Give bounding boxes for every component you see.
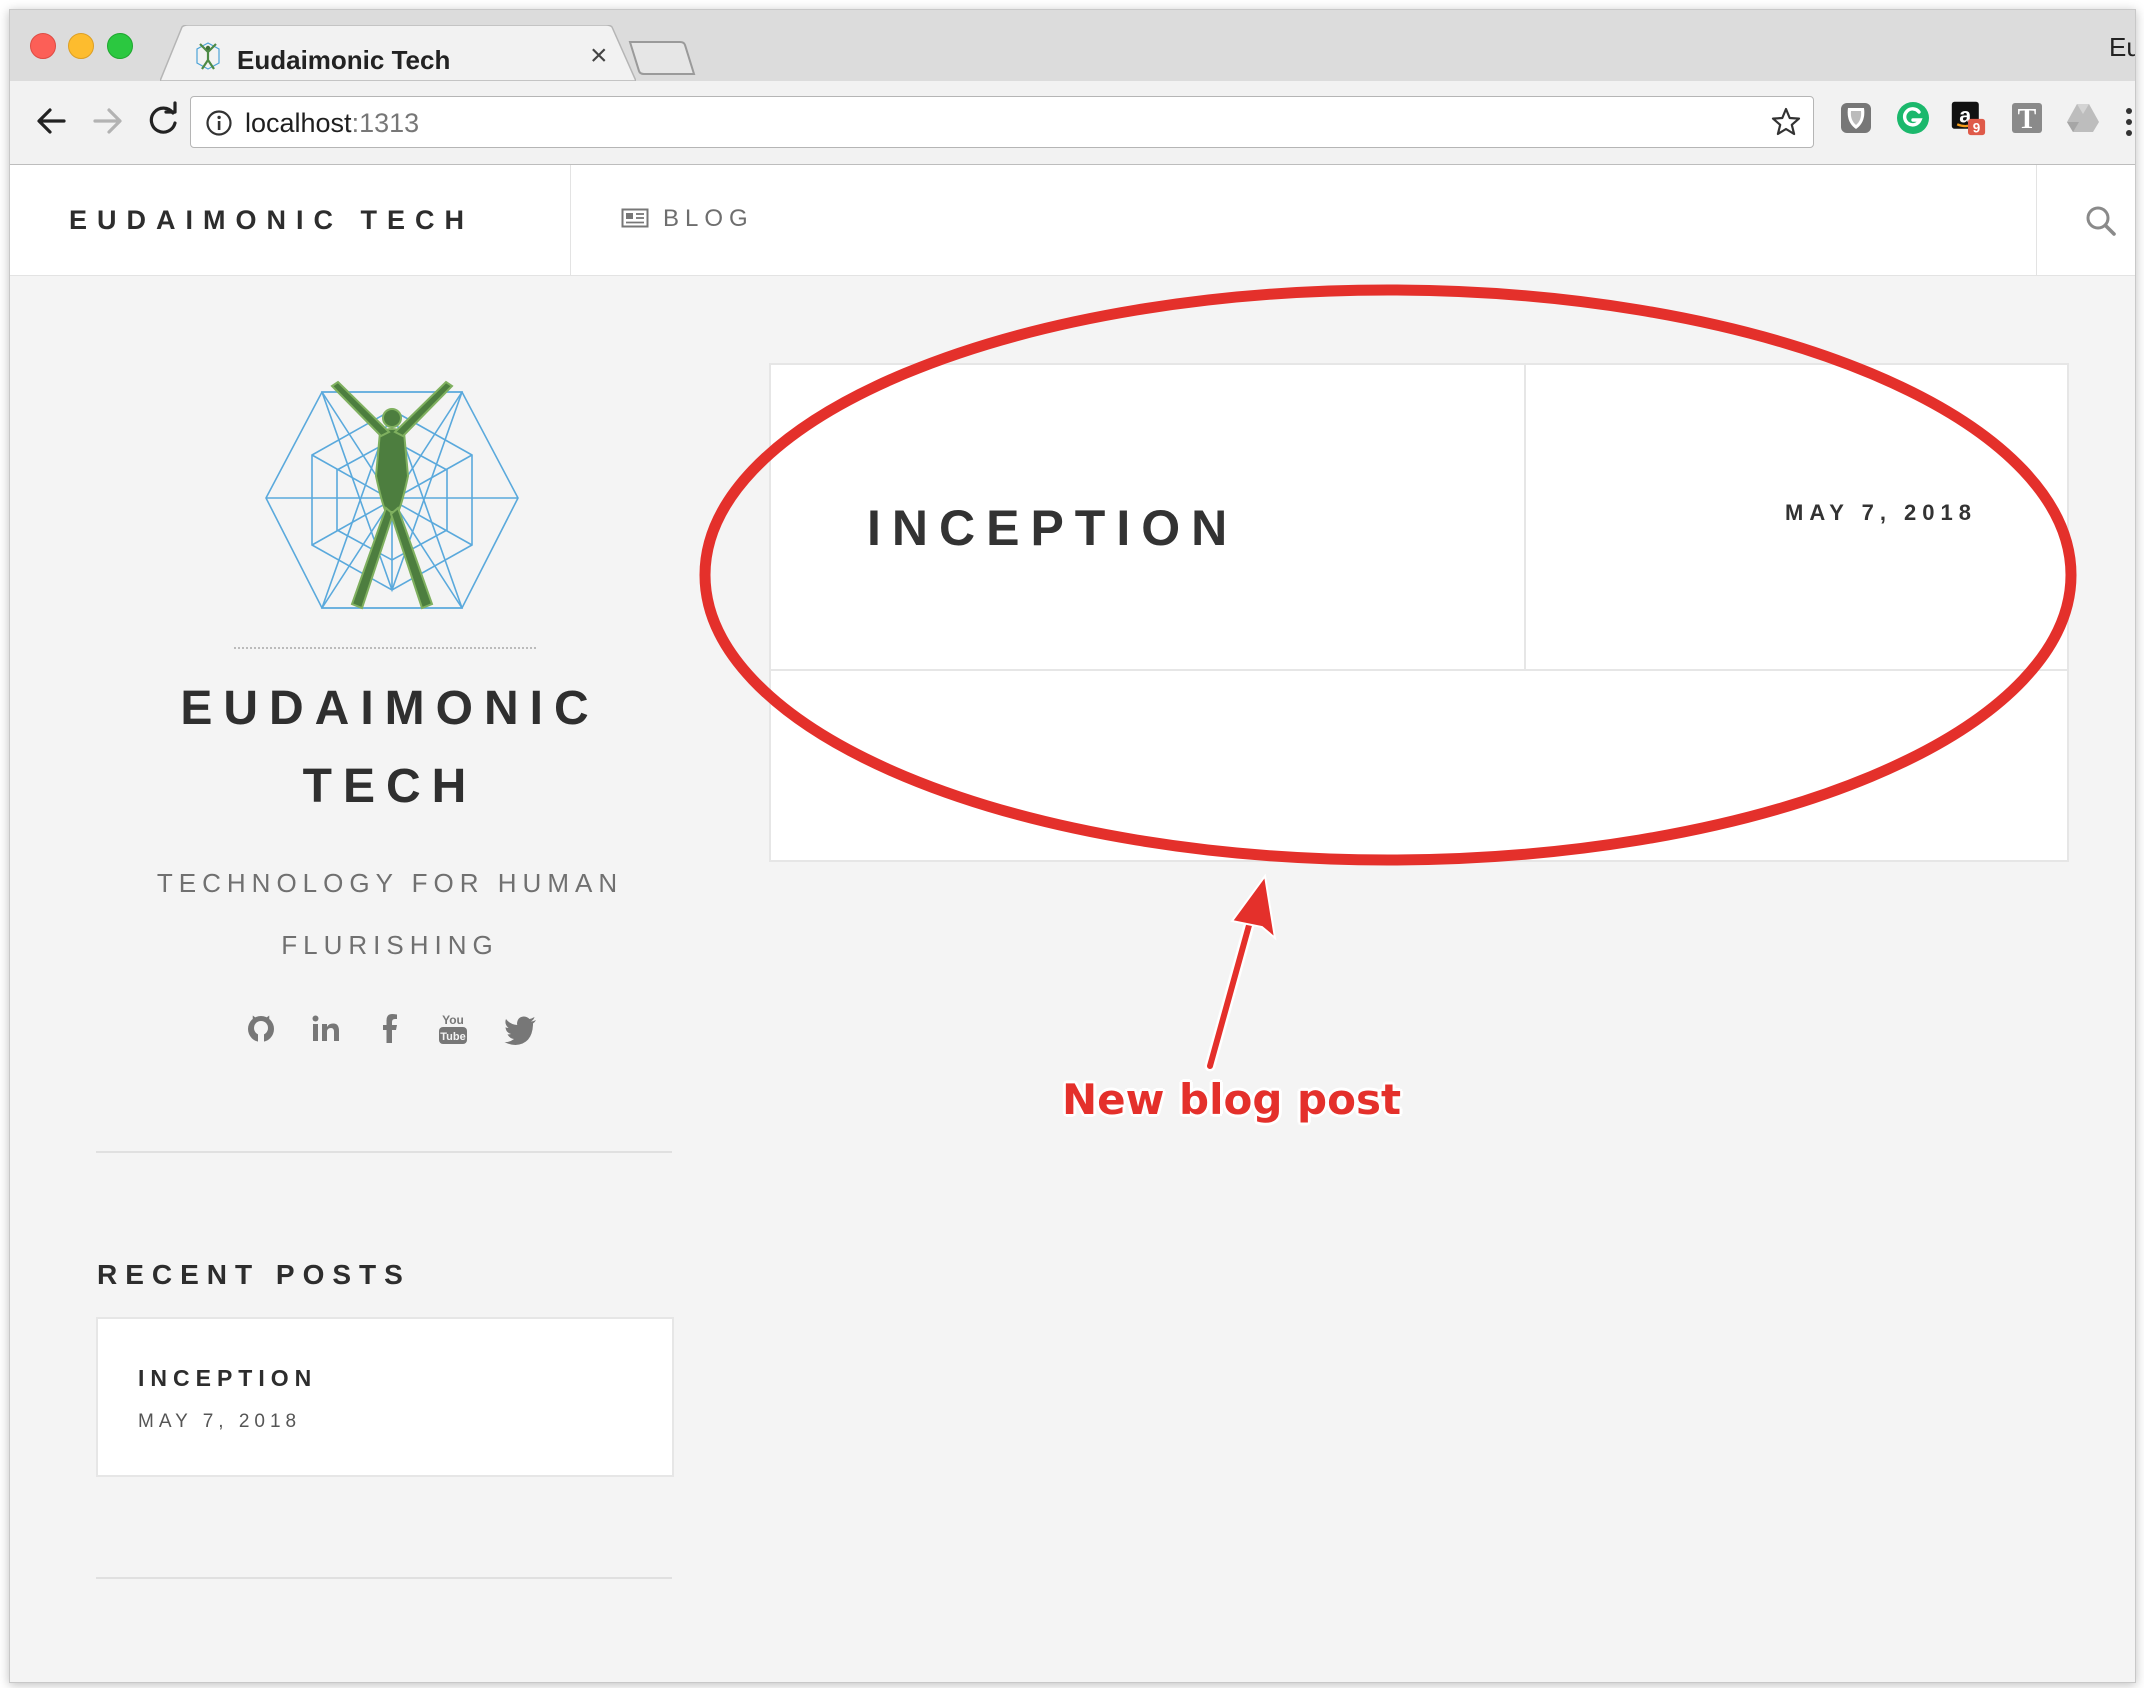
annotation-ellipse [699, 284, 2077, 866]
annotation-label: New blog post [1062, 1075, 1402, 1124]
browser-window: Eudaimonic Tech × Eu localhost:1313 [9, 9, 2136, 1683]
annotation-overlay [699, 284, 2077, 1072]
annotation-arrow [1204, 873, 1277, 1072]
